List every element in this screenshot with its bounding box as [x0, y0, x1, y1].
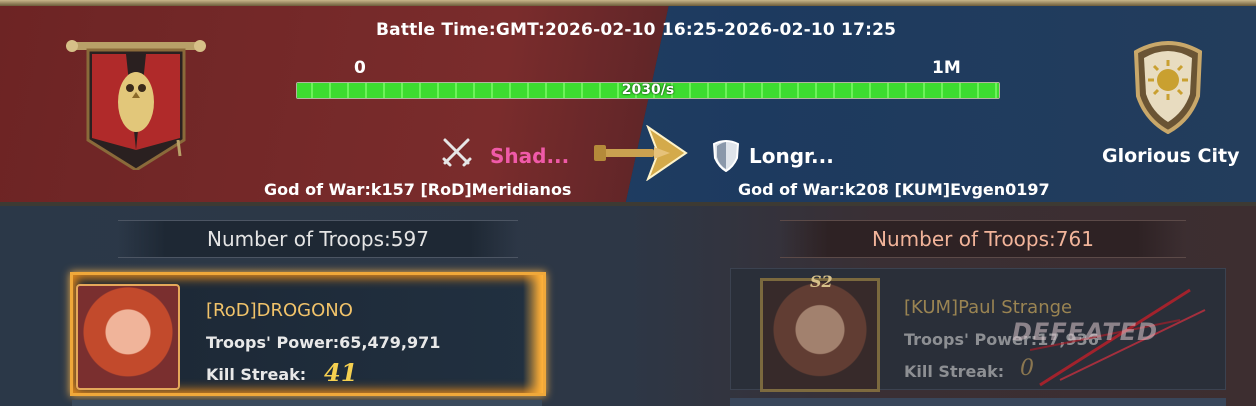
progress-max-label: 1M [932, 58, 961, 78]
city-name: Glorious City [1102, 145, 1240, 167]
defeated-status: DEFEATED [1012, 318, 1159, 346]
right-card-next-edge [730, 398, 1226, 406]
left-player-avatar[interactable] [76, 284, 180, 390]
progress-rate: 2030/s [621, 82, 675, 98]
defender-commander: God of War:k208 [KUM]Evgen0197 [738, 180, 1050, 199]
left-kill-streak-value: 41 [324, 358, 358, 387]
left-player-power: Troops' Power:65,479,971 [206, 333, 441, 352]
defender-alliance-name: Longr... [749, 144, 834, 168]
battle-time: Battle Time:GMT:2026-02-10 16:25-2026-02… [376, 20, 897, 40]
left-player-name: [RoD]DROGONO [206, 300, 353, 321]
shield-icon [712, 140, 740, 172]
sun-shield-emblem-icon [1133, 41, 1203, 134]
left-troops-header: Number of Troops:597 [118, 220, 518, 258]
right-kill-streak-label: Kill Streak: [904, 362, 1005, 381]
sword-clash-icon [594, 125, 688, 181]
card-glow [523, 275, 543, 393]
header-frame [0, 0, 1256, 6]
right-troops-count: Number of Troops:761 [872, 227, 1094, 251]
season-badge: S2 [810, 272, 833, 291]
left-troops-count: Number of Troops:597 [207, 227, 429, 251]
crossed-swords-icon [442, 138, 472, 167]
owl-banner-icon [66, 40, 206, 170]
left-card-next-edge [72, 400, 542, 406]
left-kill-streak-label: Kill Streak: [206, 365, 307, 384]
attacker-alliance-name: Shad... [490, 144, 570, 168]
right-player-avatar[interactable] [760, 278, 880, 392]
right-troops-header: Number of Troops:761 [780, 220, 1186, 258]
attacker-commander: God of War:k157 [RoD]Meridianos [264, 180, 572, 199]
progress-bar: 2030/s [296, 82, 1000, 99]
progress-min-label: 0 [354, 58, 366, 78]
